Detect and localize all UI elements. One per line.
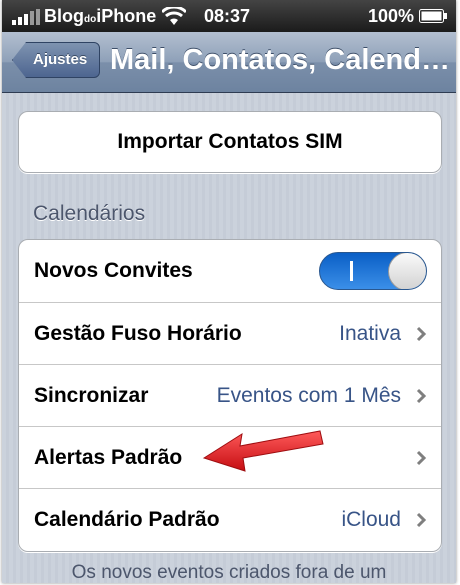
row-label: Novos Convites xyxy=(34,259,193,282)
signal-icon xyxy=(12,9,40,25)
row-default-calendar[interactable]: Calendário Padrão iCloud xyxy=(19,488,441,551)
footer-note: Os novos eventos criados fora de um xyxy=(71,562,387,583)
battery-percentage: 100% xyxy=(368,6,415,26)
back-button[interactable]: Ajustes xyxy=(12,42,101,78)
row-value: Inativa xyxy=(339,322,401,345)
row-label: Gestão Fuso Horário xyxy=(34,322,242,345)
page-title: Mail, Contatos, Calend… xyxy=(110,44,450,76)
section-header-calendars: Calendários xyxy=(33,202,146,225)
chevron-right-icon xyxy=(416,326,427,342)
row-label: Alertas Padrão xyxy=(34,446,183,469)
row-value: iCloud xyxy=(341,508,401,531)
chevron-right-icon xyxy=(416,512,427,528)
row-sync[interactable]: Sincronizar Eventos com 1 Mês xyxy=(19,364,441,427)
chevron-right-icon xyxy=(416,450,427,466)
chevron-right-icon xyxy=(416,388,427,404)
import-contacts-button[interactable]: Importar Contatos SIM xyxy=(18,111,442,173)
row-label: Calendário Padrão xyxy=(34,508,220,531)
iphone-screen: BlogdoiPhone 08:37 100% Ajustes Mail, Co… xyxy=(2,0,456,583)
status-time: 08:37 xyxy=(204,6,251,26)
new-invitations-toggle[interactable] xyxy=(319,252,427,290)
toggle-knob[interactable] xyxy=(388,253,426,289)
carrier-name: BlogdoiPhone xyxy=(44,6,157,26)
row-time-zone-support[interactable]: Gestão Fuso Horário Inativa xyxy=(19,302,441,365)
import-contacts-label: Importar Contatos SIM xyxy=(117,130,343,153)
battery-icon xyxy=(419,9,447,23)
row-label: Sincronizar xyxy=(34,384,149,407)
row-value: Eventos com 1 Mês xyxy=(216,384,401,407)
toggle-on-mark xyxy=(350,261,353,281)
wifi-icon xyxy=(162,7,186,25)
navigation-bar: Ajustes Mail, Contatos, Calend… xyxy=(2,32,456,93)
calendars-group: Novos Convites Gestão Fuso Horário Inati… xyxy=(18,239,442,552)
red-arrow-annotation-icon xyxy=(202,430,324,472)
row-new-invitations: Novos Convites xyxy=(19,240,441,302)
status-bar: BlogdoiPhone 08:37 100% xyxy=(2,0,456,32)
